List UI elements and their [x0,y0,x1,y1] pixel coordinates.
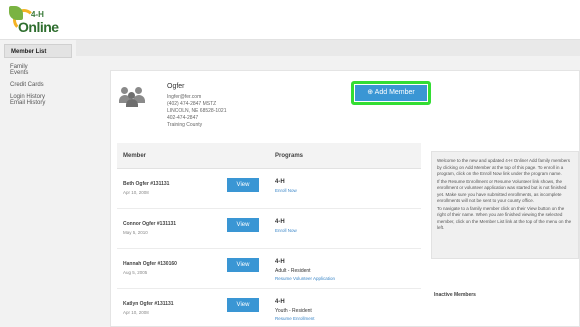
clover-icon [9,6,23,20]
sidebar-item-credit-cards[interactable]: Credit Cards [0,82,76,88]
view-member-button[interactable]: View [227,258,259,272]
member-birthdate: Aug 5, 2005 [123,270,148,275]
plus-icon: ⊕ [367,89,375,96]
program-name: 4-H [275,219,285,225]
main-content: Ogfer Ingfer@fer.com (402) 474-2847 MSTZ… [76,40,580,327]
logo[interactable]: 4-H Online [9,6,69,38]
logo-text: Online [18,19,59,35]
info-paragraph: To navigate to a family member click on … [437,205,572,231]
program-role: Adult - Resident [275,268,311,274]
profile-phone: (402) 474-2847 MSTZ [167,101,217,107]
resume-enrollment-link[interactable]: Resume Enrollment [275,316,315,321]
program-name: 4-H [275,259,285,265]
sidebar: Member List Family Events Credit Cards L… [0,40,76,327]
info-paragraph: Welcome to the new and updated 4-H Onlin… [437,158,570,176]
column-header-programs: Programs [275,153,304,159]
add-member-highlight: ⊕ Add Member [351,81,431,105]
member-name[interactable]: Katlyn Ogfer #131131 [123,301,174,307]
info-panel: Welcome to the new and updated 4-H Onlin… [431,151,579,259]
family-profile: Ogfer Ingfer@fer.com (402) 474-2847 MSTZ… [167,83,226,129]
top-bar: 4-H Online [0,0,580,40]
member-birthdate: Apr 10, 2008 [123,190,149,195]
info-paragraph: If the Resume Enrollment or Resume Volun… [437,178,567,204]
view-member-button[interactable]: View [227,298,259,312]
program-name: 4-H [275,179,285,185]
member-table: Member Programs Beth Ogfer #131131 Apr 1… [117,143,421,327]
enroll-now-link[interactable]: Enroll Now [275,188,297,193]
table-row: Beth Ogfer #131131 Apr 10, 2008 View 4-H… [117,169,421,209]
family-card: Ogfer Ingfer@fer.com (402) 474-2847 MSTZ… [110,70,580,327]
member-name[interactable]: Hannah Ogfer #130160 [123,261,177,267]
member-birthdate: May 5, 2010 [123,230,148,235]
member-birthdate: Apr 10, 2008 [123,310,149,315]
program-name: 4-H [275,299,285,305]
add-member-button[interactable]: ⊕ Add Member [355,85,427,101]
page-header-band [76,40,580,56]
program-role: Youth - Resident [275,308,312,314]
inactive-members-heading: Inactive Members [434,292,476,298]
table-row: Katlyn Ogfer #131131 Apr 10, 2008 View 4… [117,289,421,327]
view-member-button[interactable]: View [227,218,259,232]
sidebar-item-events[interactable]: Events [0,70,76,76]
profile-county: Training County [167,122,203,128]
sidebar-menu: Member List Family Events Credit Cards L… [0,44,76,106]
add-member-label: Add Member [374,89,415,96]
profile-alt-phone: 402-474-2847 [167,115,199,121]
member-name[interactable]: Connor Ogfer #131131 [123,221,176,227]
table-row: Hannah Ogfer #130160 Aug 5, 2005 View 4-… [117,249,421,289]
family-name: Ogfer [167,83,185,90]
resume-volunteer-link[interactable]: Resume Volunteer Application [275,276,335,281]
logo-mark: 4-H [31,10,44,19]
family-avatar-icon [119,85,145,107]
table-row: Connor Ogfer #131131 May 5, 2010 View 4-… [117,209,421,249]
table-header: Member Programs [117,143,421,169]
sidebar-item-email-history[interactable]: Email History [0,100,76,106]
enroll-now-link[interactable]: Enroll Now [275,228,297,233]
column-header-member: Member [123,153,147,159]
profile-email: Ingfer@fer.com [167,94,202,100]
sidebar-item-member-list[interactable]: Member List [4,44,72,58]
view-member-button[interactable]: View [227,178,259,192]
profile-address: LINCOLN, NE 68528-1021 [167,108,227,114]
member-name[interactable]: Beth Ogfer #131131 [123,181,169,187]
